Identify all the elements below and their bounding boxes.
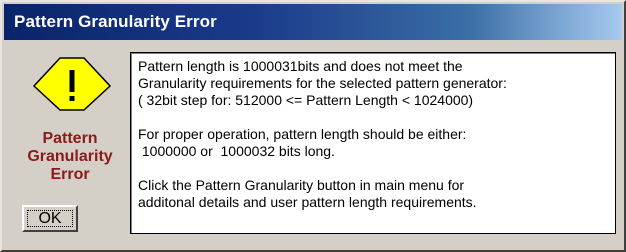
ok-button-label: OK	[38, 210, 62, 227]
message-line: additonal details and user pattern lengt…	[138, 194, 477, 210]
message-line: Granularity requirements for the selecte…	[138, 75, 507, 91]
window-title: Pattern Granularity Error	[14, 12, 217, 31]
error-dialog: Pattern Granularity Error Pattern Granul…	[0, 0, 626, 252]
title-bar[interactable]: Pattern Granularity Error	[4, 4, 622, 40]
warning-icon	[32, 57, 112, 111]
message-line: Pattern length is 1000031bits and does n…	[138, 58, 463, 74]
error-type-label: Pattern Granularity Error	[27, 130, 113, 183]
ok-button[interactable]: OK	[22, 205, 78, 232]
message-line: Click the Pattern Granularity button in …	[138, 177, 465, 193]
message-line: ( 32bit step for: 512000 <= Pattern Leng…	[138, 92, 474, 108]
message-line: 1000000 or 1000032 bits long.	[138, 143, 335, 159]
message-box: Pattern length is 1000031bits and does n…	[130, 52, 616, 234]
message-line: For proper operation, pattern length sho…	[138, 126, 467, 142]
